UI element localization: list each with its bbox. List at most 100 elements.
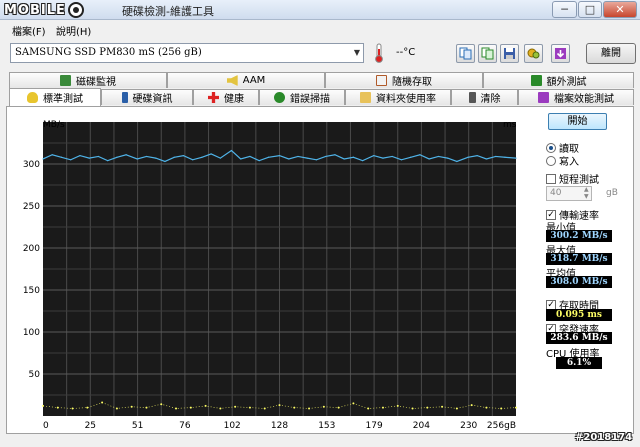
options-button[interactable]	[524, 44, 543, 63]
thermometer-icon	[375, 43, 383, 63]
x-tick-label: 102	[224, 421, 241, 431]
chevron-down-icon: ▼	[353, 48, 360, 57]
logo-circle-icon	[67, 2, 84, 18]
spin-arrows-icon[interactable]: ▲ ▼	[584, 186, 589, 200]
transfer-rate-point	[182, 155, 185, 157]
transfer-rate-point	[240, 158, 242, 160]
exit-button[interactable]: 離開	[586, 43, 636, 64]
benchmark-icon	[27, 92, 38, 103]
transfer-rate-point	[70, 159, 72, 161]
transfer-rate-point	[352, 156, 355, 158]
x-tick-label: 230	[460, 421, 477, 431]
tab-extra-tests[interactable]: 額外測試	[483, 72, 634, 88]
minimize-button[interactable]: ─	[552, 1, 577, 18]
watermark-text: #2018174	[575, 432, 633, 443]
avg-value: 308.0 MB/s	[546, 276, 612, 288]
y-left-tick-label: 50	[29, 370, 41, 380]
transfer-rate-point	[42, 158, 44, 160]
write-radio[interactable]: 寫入	[546, 153, 579, 168]
transfer-rate-point	[391, 155, 393, 158]
tab-random-access[interactable]: 隨機存取	[325, 72, 483, 88]
transfer-rate-point	[373, 155, 375, 157]
start-button[interactable]: 開始	[548, 113, 607, 130]
copy-text-button[interactable]	[456, 44, 475, 63]
title-bar: MOBILE 硬碟檢測-維護工具 ─ □ ✕	[0, 0, 640, 20]
transfer-rate-point	[334, 154, 336, 156]
tab-folder-usage[interactable]: 資料夾使用率	[345, 89, 451, 105]
download-button[interactable]	[551, 44, 570, 63]
save-button[interactable]	[500, 44, 519, 63]
random-access-icon	[376, 75, 387, 86]
tab-label: 標準測試	[43, 94, 83, 105]
save-icon	[504, 48, 515, 59]
copy-text-icon	[459, 47, 472, 60]
drive-select-value: SAMSUNG SSD PM830 mS (256 gB)	[15, 47, 202, 58]
close-button[interactable]: ✕	[603, 1, 637, 18]
write-radio-label: 寫入	[559, 157, 579, 168]
tab-file-benchmark[interactable]: 檔案效能測試	[518, 89, 634, 105]
x-tick-label: 76	[179, 421, 191, 431]
tab-label: 額外測試	[546, 77, 587, 88]
download-icon	[555, 48, 566, 59]
transfer-rate-point	[258, 160, 260, 162]
transfer-rate-point	[382, 157, 384, 159]
tab-aam[interactable]: AAM	[167, 72, 325, 88]
transfer-rate-point	[325, 155, 327, 158]
x-tick-label: 128	[271, 421, 288, 431]
radio-dot	[546, 142, 556, 153]
tab-label: 資料夾使用率	[376, 94, 436, 105]
tab-label: AAM	[242, 75, 266, 86]
transfer-rate-point	[145, 155, 148, 158]
transfer-rate-point	[400, 159, 403, 161]
transfer-rate-point	[504, 156, 506, 158]
benchmark-chart: 300250200150100503.002.502.001.501.000.5…	[10, 112, 519, 432]
menu-file[interactable]: 檔案(F)	[12, 23, 46, 38]
transfer-rate-point	[485, 158, 488, 160]
max-value: 318.7 MB/s	[546, 253, 612, 265]
y-left-tick-label: 150	[23, 286, 40, 296]
y-left-tick-label: 300	[23, 160, 40, 170]
tab-label: 硬碟資訊	[132, 94, 173, 105]
copy-screenshot-button[interactable]	[478, 44, 497, 63]
checkbox-box	[546, 173, 556, 184]
transfer-rate-point	[88, 157, 90, 159]
transfer-rate-point	[267, 156, 270, 158]
tab-disk-info[interactable]: 硬碟資訊	[101, 89, 193, 105]
short-test-label: 短程測試	[559, 175, 599, 186]
drive-select[interactable]: SAMSUNG SSD PM830 mS (256 gB) ▼	[10, 43, 364, 63]
tab-label: 健康	[224, 94, 244, 105]
maximize-button[interactable]: □	[578, 1, 602, 18]
short-test-unit: gB	[606, 188, 618, 198]
file-benchmark-icon	[538, 92, 549, 103]
access-time-point	[515, 406, 517, 409]
extra-tests-icon	[530, 75, 542, 86]
tab-erase[interactable]: 清除	[451, 89, 518, 105]
transfer-rate-point	[79, 155, 81, 157]
transfer-rate-point	[249, 155, 251, 158]
short-test-checkbox[interactable]: 短程測試	[546, 171, 599, 186]
transfer-rate-point	[467, 156, 469, 158]
burst-rate-value: 283.6 MB/s	[546, 332, 612, 344]
tab-benchmark[interactable]: 標準測試	[9, 88, 101, 106]
info-icon	[121, 92, 128, 103]
transfer-rate-point	[428, 158, 430, 160]
tab-health[interactable]: 健康	[193, 89, 259, 105]
transfer-rate-point	[201, 156, 203, 158]
health-cross-icon	[208, 92, 219, 103]
tab-label: 檔案效能測試	[554, 94, 614, 105]
menu-help[interactable]: 說明(H)	[56, 23, 91, 38]
transfer-rate-point	[278, 155, 281, 157]
transfer-rate-point	[495, 155, 497, 158]
transfer-rate-point	[164, 160, 166, 163]
copy-screenshot-icon	[481, 47, 494, 60]
min-value: 300.2 MB/s	[546, 230, 612, 242]
y-left-unit: MB/s	[43, 120, 65, 130]
check-mark-icon: ✓	[546, 209, 556, 220]
transfer-rate-point	[476, 155, 478, 157]
transfer-rate-point	[515, 157, 517, 159]
tab-error-scan[interactable]: 錯誤掃描	[259, 89, 345, 105]
transfer-rate-point	[136, 158, 138, 160]
transfer-rate-point	[173, 156, 175, 158]
monitor-icon	[60, 75, 71, 86]
tab-disk-monitor[interactable]: 磁碟監視	[9, 72, 167, 88]
